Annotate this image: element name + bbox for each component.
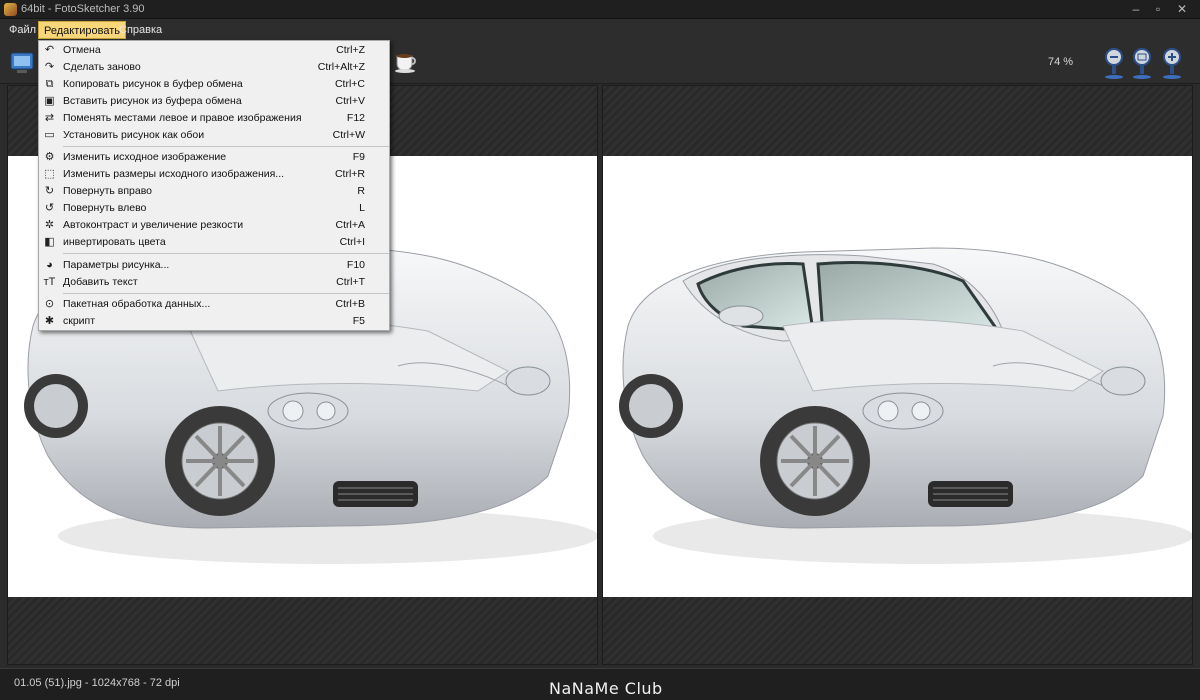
- menu-item-label: Повернуть вправо: [63, 185, 153, 197]
- close-button[interactable]: ✕: [1174, 2, 1190, 16]
- menu-item-shortcut: Ctrl+C: [334, 78, 365, 90]
- menu-separator: [63, 253, 389, 254]
- menu-item-batch[interactable]: ⊙ Пакетная обработка данных... Ctrl+B: [39, 296, 389, 313]
- menu-item-shortcut: Ctrl+Alt+Z: [317, 61, 365, 73]
- menu-item-paste[interactable]: ▣ Вставить рисунок из буфера обмена Ctrl…: [39, 93, 389, 110]
- swap-icon: ⇄: [44, 112, 55, 124]
- menu-item-wallpaper[interactable]: ▭ Установить рисунок как обои Ctrl+W: [39, 127, 389, 144]
- menu-item-shortcut: F10: [346, 259, 365, 271]
- menu-item-label: Автоконтраст и увеличение резкости: [63, 219, 244, 231]
- menu-help[interactable]: Справка: [114, 21, 167, 39]
- undo-icon: ↶: [44, 44, 55, 56]
- menu-edit[interactable]: Редактировать: [38, 21, 126, 39]
- menu-bar: Файл Редактировать Справка: [0, 19, 1200, 40]
- menu-item-shortcut: Ctrl+Z: [336, 44, 365, 56]
- zoom-in-icon[interactable]: [1158, 46, 1186, 80]
- menu-item-label: Изменить размеры исходного изображения..…: [63, 168, 285, 180]
- menu-item-drawing-params[interactable]: ◕ Параметры рисунка... F10: [39, 257, 389, 274]
- menu-item-label: Добавить текст: [63, 276, 138, 288]
- title-bar: 64bit - FotoSketcher 3.90 – ▫ ✕: [0, 0, 1200, 19]
- menu-separator: [63, 293, 389, 294]
- text-icon: ᴛT: [43, 276, 56, 288]
- open-image-icon[interactable]: [8, 48, 36, 76]
- zoom-level: 74 %: [1048, 56, 1074, 68]
- menu-item-shortcut: Ctrl+A: [335, 219, 365, 231]
- coffee-cup-icon[interactable]: [392, 46, 420, 74]
- menu-item-shortcut: F9: [352, 151, 365, 163]
- menu-item-edit-source[interactable]: ⚙ Изменить исходное изображение F9: [39, 149, 389, 166]
- menu-item-label: Пакетная обработка данных...: [63, 298, 211, 310]
- status-bar: 01.05 (51).jpg - 1024x768 - 72 dpi NaNaM…: [0, 668, 1200, 700]
- menu-item-undo[interactable]: ↶ Отмена Ctrl+Z: [39, 42, 389, 59]
- menu-item-resize[interactable]: ⬚ Изменить размеры исходного изображения…: [39, 166, 389, 183]
- rotate-right-icon: ↻: [44, 185, 55, 197]
- palette-icon: ◕: [46, 259, 53, 271]
- menu-item-label: Копировать рисунок в буфер обмена: [63, 78, 243, 90]
- paste-icon: ▣: [44, 95, 55, 107]
- app-icon: [4, 3, 17, 16]
- watermark: NaNaMe Club: [549, 679, 663, 698]
- batch-icon: ⊙: [44, 298, 55, 310]
- gear-icon: ⚙: [44, 151, 55, 163]
- copy-icon: ⧉: [45, 78, 54, 90]
- result-image-canvas[interactable]: [603, 156, 1192, 597]
- menu-item-label: скрипт: [63, 315, 96, 327]
- monitor-icon: ▭: [44, 129, 55, 141]
- menu-item-script[interactable]: ✱ скрипт F5: [39, 313, 389, 330]
- edit-menu-dropdown: ↶ Отмена Ctrl+Z ↷ Сделать заново Ctrl+Al…: [38, 40, 390, 331]
- file-info: 01.05 (51).jpg - 1024x768 - 72 dpi: [14, 677, 180, 689]
- minimize-button[interactable]: –: [1128, 2, 1144, 16]
- car-photo-right: [619, 247, 1192, 564]
- menu-item-swap[interactable]: ⇄ Поменять местами левое и правое изобра…: [39, 110, 389, 127]
- menu-item-rotate-left[interactable]: ↺ Повернуть влево L: [39, 200, 389, 217]
- maximize-button[interactable]: ▫: [1150, 2, 1166, 16]
- menu-item-label: инвертировать цвета: [63, 236, 166, 248]
- menu-item-redo[interactable]: ↷ Сделать заново Ctrl+Alt+Z: [39, 59, 389, 76]
- menu-item-shortcut: Ctrl+B: [335, 298, 365, 310]
- menu-item-shortcut: Ctrl+W: [332, 129, 365, 141]
- menu-item-label: Установить рисунок как обои: [63, 129, 205, 141]
- script-icon: ✱: [44, 315, 55, 327]
- settings-icon: ✲: [44, 219, 55, 231]
- menu-item-label: Параметры рисунка...: [63, 259, 170, 271]
- window-title: 64bit - FotoSketcher 3.90: [21, 3, 145, 15]
- rotate-left-icon: ↺: [44, 202, 55, 214]
- resize-icon: ⬚: [44, 168, 55, 180]
- menu-item-label: Изменить исходное изображение: [63, 151, 227, 163]
- menu-item-shortcut: Ctrl+R: [334, 168, 365, 180]
- menu-item-add-text[interactable]: ᴛT Добавить текст Ctrl+T: [39, 274, 389, 291]
- menu-item-autocontrast[interactable]: ✲ Автоконтраст и увеличение резкости Ctr…: [39, 217, 389, 234]
- redo-icon: ↷: [44, 61, 55, 73]
- menu-item-shortcut: F12: [346, 112, 365, 124]
- invert-icon: ◧: [44, 236, 55, 248]
- zoom-fit-icon[interactable]: [1128, 46, 1156, 80]
- menu-item-shortcut: Ctrl+I: [339, 236, 365, 248]
- menu-item-invert[interactable]: ◧ инвертировать цвета Ctrl+I: [39, 234, 389, 251]
- menu-item-label: Повернуть влево: [63, 202, 147, 214]
- menu-item-label: Сделать заново: [63, 61, 141, 73]
- menu-item-label: Поменять местами левое и правое изображе…: [63, 112, 302, 124]
- menu-item-shortcut: L: [359, 202, 365, 214]
- menu-item-shortcut: Ctrl+V: [335, 95, 365, 107]
- result-image-panel: [602, 85, 1193, 665]
- menu-item-label: Отмена: [63, 44, 101, 56]
- menu-item-copy[interactable]: ⧉ Копировать рисунок в буфер обмена Ctrl…: [39, 76, 389, 93]
- menu-item-shortcut: Ctrl+T: [336, 276, 365, 288]
- menu-item-shortcut: F5: [352, 315, 365, 327]
- menu-separator: [63, 146, 389, 147]
- menu-item-label: Вставить рисунок из буфера обмена: [63, 95, 242, 107]
- menu-item-rotate-right[interactable]: ↻ Повернуть вправо R: [39, 183, 389, 200]
- menu-file[interactable]: Файл: [4, 21, 41, 39]
- menu-item-shortcut: R: [357, 185, 365, 197]
- zoom-out-icon[interactable]: [1100, 46, 1128, 80]
